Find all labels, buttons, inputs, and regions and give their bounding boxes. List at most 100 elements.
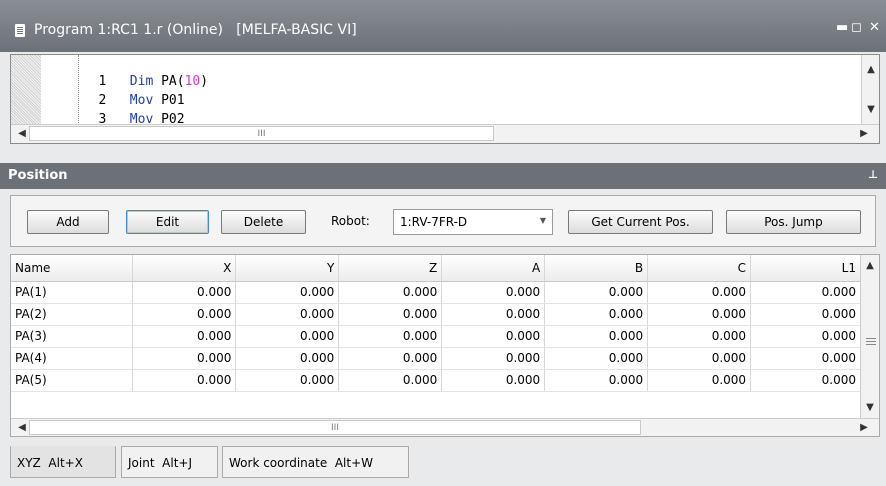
editor-margin bbox=[11, 55, 41, 125]
code-editor[interactable]: 1 Dim PA(10) 2 Mov P01 3 Mov P02 ▲ ▼ ◀ I… bbox=[10, 54, 880, 144]
editor-horizontal-scrollbar[interactable]: ◀ III ▶ bbox=[11, 124, 879, 143]
code-line-2[interactable]: 2 Mov P01 bbox=[41, 78, 184, 108]
cell-z[interactable]: 0.000 bbox=[338, 303, 443, 326]
cell-y[interactable]: 0.000 bbox=[235, 303, 340, 326]
cell-a[interactable]: 0.000 bbox=[441, 369, 546, 392]
cell-x[interactable]: 0.000 bbox=[132, 325, 237, 348]
restore-icon[interactable]: ◻ bbox=[851, 20, 862, 35]
cell-c[interactable]: 0.000 bbox=[647, 303, 752, 326]
column-header-l1[interactable]: L1 bbox=[750, 255, 861, 282]
cell-a[interactable]: 0.000 bbox=[441, 325, 546, 348]
cell-c[interactable]: 0.000 bbox=[647, 281, 752, 304]
column-header-name[interactable]: Name bbox=[11, 255, 134, 282]
cell-z[interactable]: 0.000 bbox=[338, 347, 443, 370]
tab-xyz[interactable]: XYZ Alt+X bbox=[10, 446, 116, 478]
scroll-down-icon[interactable]: ▼ bbox=[862, 101, 880, 119]
window-title-bar: Program 1:RC1 1.r (Online) [MELFA-BASIC … bbox=[0, 0, 886, 52]
scroll-thumb[interactable] bbox=[862, 333, 878, 353]
pin-icon[interactable]: ⊥ bbox=[868, 168, 878, 181]
cell-b[interactable]: 0.000 bbox=[544, 369, 649, 392]
edit-button[interactable]: Edit bbox=[126, 210, 209, 234]
cell-b[interactable]: 0.000 bbox=[544, 303, 649, 326]
tab-joint[interactable]: Joint Alt+J bbox=[121, 446, 218, 478]
robot-select-value: 1:RV-7FR-D bbox=[400, 215, 468, 229]
get-current-pos-label: Get Current Pos. bbox=[591, 215, 690, 229]
cell-c[interactable]: 0.000 bbox=[647, 347, 752, 370]
column-header-b[interactable]: B bbox=[544, 255, 649, 282]
table-row[interactable]: PA(5) 0.000 0.000 0.000 0.000 0.000 0.00… bbox=[11, 369, 861, 392]
cell-x[interactable]: 0.000 bbox=[132, 347, 237, 370]
close-icon[interactable]: ✕ bbox=[869, 20, 880, 35]
cell-c[interactable]: 0.000 bbox=[647, 369, 752, 392]
cell-name[interactable]: PA(3) bbox=[11, 325, 134, 348]
position-table: Name X Y Z A B C L1 PA(1) 0.000 0.000 0.… bbox=[11, 255, 861, 392]
table-row[interactable]: PA(3) 0.000 0.000 0.000 0.000 0.000 0.00… bbox=[11, 325, 861, 348]
scroll-right-icon[interactable]: ▶ bbox=[855, 125, 873, 143]
cell-a[interactable]: 0.000 bbox=[441, 303, 546, 326]
cell-z[interactable]: 0.000 bbox=[338, 325, 443, 348]
cell-y[interactable]: 0.000 bbox=[235, 325, 340, 348]
tab-label: Work coordinate Alt+W bbox=[229, 456, 373, 470]
code-line-1[interactable]: 1 Dim PA(10) bbox=[41, 59, 208, 89]
delete-button-label: Delete bbox=[243, 215, 284, 229]
cell-name[interactable]: PA(2) bbox=[11, 303, 134, 326]
panel-title: Position bbox=[8, 168, 68, 183]
cell-l1[interactable]: 0.000 bbox=[750, 369, 861, 392]
cell-z[interactable]: 0.000 bbox=[338, 369, 443, 392]
table-row[interactable]: PA(2) 0.000 0.000 0.000 0.000 0.000 0.00… bbox=[11, 303, 861, 326]
minimize-icon[interactable]: ▬ bbox=[836, 20, 848, 35]
position-panel-header: Position ⊥ bbox=[0, 163, 886, 189]
cell-b[interactable]: 0.000 bbox=[544, 281, 649, 304]
column-header-x[interactable]: X bbox=[132, 255, 237, 282]
cell-z[interactable]: 0.000 bbox=[338, 281, 443, 304]
delete-button[interactable]: Delete bbox=[221, 210, 306, 234]
grid-vertical-scrollbar[interactable]: ▲ ▼ bbox=[860, 255, 879, 419]
cell-y[interactable]: 0.000 bbox=[235, 369, 340, 392]
cell-x[interactable]: 0.000 bbox=[132, 303, 237, 326]
scroll-thumb-grip: III bbox=[331, 423, 339, 433]
position-grid[interactable]: Name X Y Z A B C L1 PA(1) 0.000 0.000 0.… bbox=[10, 254, 880, 437]
cell-x[interactable]: 0.000 bbox=[132, 281, 237, 304]
grid-horizontal-scrollbar[interactable]: ◀ III ▶ bbox=[11, 418, 879, 436]
add-button[interactable]: Add bbox=[27, 210, 109, 234]
code-line-3[interactable]: 3 Mov P02 bbox=[41, 97, 184, 127]
pos-jump-label: Pos. Jump bbox=[764, 215, 823, 229]
scroll-thumb[interactable]: III bbox=[29, 420, 641, 435]
cell-b[interactable]: 0.000 bbox=[544, 325, 649, 348]
scroll-right-icon[interactable]: ▶ bbox=[855, 419, 873, 436]
scroll-up-icon[interactable]: ▲ bbox=[861, 257, 879, 275]
cell-l1[interactable]: 0.000 bbox=[750, 303, 861, 326]
scroll-down-icon[interactable]: ▼ bbox=[861, 399, 879, 417]
cell-l1[interactable]: 0.000 bbox=[750, 347, 861, 370]
column-header-y[interactable]: Y bbox=[235, 255, 340, 282]
robot-select[interactable]: 1:RV-7FR-D ▼ bbox=[393, 209, 553, 235]
cell-name[interactable]: PA(1) bbox=[11, 281, 134, 304]
cell-a[interactable]: 0.000 bbox=[441, 281, 546, 304]
cell-y[interactable]: 0.000 bbox=[235, 347, 340, 370]
cell-l1[interactable]: 0.000 bbox=[750, 281, 861, 304]
cell-b[interactable]: 0.000 bbox=[544, 347, 649, 370]
thumb-grip-icon bbox=[866, 338, 876, 339]
tab-work-coordinate[interactable]: Work coordinate Alt+W bbox=[222, 446, 409, 478]
table-row[interactable]: PA(4) 0.000 0.000 0.000 0.000 0.000 0.00… bbox=[11, 347, 861, 370]
cell-x[interactable]: 0.000 bbox=[132, 369, 237, 392]
pos-jump-button[interactable]: Pos. Jump bbox=[726, 210, 861, 234]
scroll-up-icon[interactable]: ▲ bbox=[862, 61, 880, 79]
cell-c[interactable]: 0.000 bbox=[647, 325, 752, 348]
document-icon bbox=[15, 24, 25, 37]
scroll-thumb[interactable]: III bbox=[29, 126, 494, 141]
chevron-down-icon: ▼ bbox=[539, 216, 546, 225]
tab-label: XYZ Alt+X bbox=[17, 456, 83, 470]
cell-y[interactable]: 0.000 bbox=[235, 281, 340, 304]
cell-name[interactable]: PA(5) bbox=[11, 369, 134, 392]
column-header-c[interactable]: C bbox=[647, 255, 752, 282]
column-header-z[interactable]: Z bbox=[338, 255, 443, 282]
editor-vertical-scrollbar[interactable]: ▲ ▼ bbox=[861, 55, 879, 125]
column-header-a[interactable]: A bbox=[441, 255, 546, 282]
number-literal: 10 bbox=[184, 74, 201, 89]
table-row[interactable]: PA(1) 0.000 0.000 0.000 0.000 0.000 0.00… bbox=[11, 281, 861, 304]
cell-name[interactable]: PA(4) bbox=[11, 347, 134, 370]
cell-l1[interactable]: 0.000 bbox=[750, 325, 861, 348]
get-current-pos-button[interactable]: Get Current Pos. bbox=[568, 210, 713, 234]
cell-a[interactable]: 0.000 bbox=[441, 347, 546, 370]
